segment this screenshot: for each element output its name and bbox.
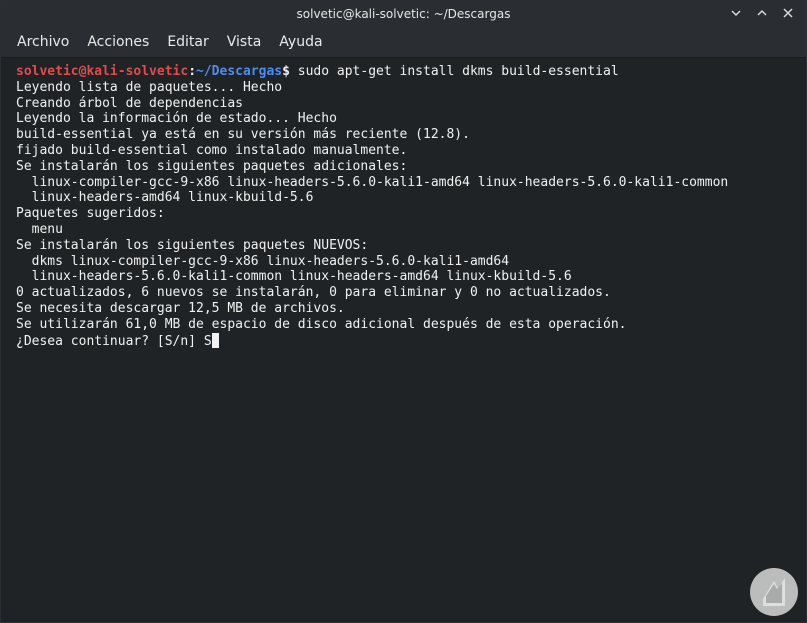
menu-ayuda[interactable]: Ayuda xyxy=(270,28,331,57)
output-line: menu xyxy=(16,221,63,237)
maximize-icon[interactable] xyxy=(754,5,770,21)
window-controls xyxy=(728,5,796,21)
prompt-symbol: $ xyxy=(282,64,290,79)
output-line: Leyendo la información de estado... Hech… xyxy=(16,111,337,127)
menu-editar[interactable]: Editar xyxy=(158,28,217,57)
menu-archivo[interactable]: Archivo xyxy=(1,28,78,57)
output-line: dkms linux-compiler-gcc-9-x86 linux-head… xyxy=(16,253,510,269)
output-line: fijado build-essential como instalado ma… xyxy=(16,142,408,158)
window-title: solvetic@kali-solvetic: ~/Descargas xyxy=(296,7,511,21)
output-line: Se necesita descargar 12,5 MB de archivo… xyxy=(16,300,345,316)
title-bar[interactable]: solvetic@kali-solvetic: ~/Descargas xyxy=(1,1,806,28)
minimize-icon[interactable] xyxy=(728,5,744,21)
menu-bar: Archivo Acciones Editar Vista Ayuda xyxy=(1,28,806,58)
output-line: linux-headers-amd64 linux-kbuild-5.6 xyxy=(16,190,314,206)
output-line: linux-compiler-gcc-9-x86 linux-headers-5… xyxy=(16,174,729,190)
output-line: build-essential ya está en su versión má… xyxy=(16,127,470,143)
input-line[interactable]: ¿Desea continuar? [S/n] S xyxy=(16,332,806,350)
prompt-colon: : xyxy=(188,64,197,79)
command-line: solvetic@kali-solvetic:~/Descargas$ sudo… xyxy=(16,64,806,80)
command-text: sudo apt-get install dkms build-essentia… xyxy=(289,64,619,79)
output-line: Se instalarán los siguientes paquetes NU… xyxy=(16,237,369,253)
prompt-user-host: solvetic@kali-solvetic xyxy=(16,64,189,79)
text-cursor xyxy=(211,332,219,348)
logo-icon xyxy=(748,566,800,618)
output-line: Leyendo lista de paquetes... Hecho xyxy=(16,79,283,95)
typed-input: S xyxy=(203,333,212,349)
output-line: 0 actualizados, 6 nuevos se instalarán, … xyxy=(16,285,611,301)
output-line: Se utilizarán 61,0 MB de espacio de disc… xyxy=(16,316,627,332)
terminal-area[interactable]: solvetic@kali-solvetic:~/Descargas$ sudo… xyxy=(1,58,806,622)
output-line: Se instalarán los siguientes paquetes ad… xyxy=(16,158,408,174)
output-line: Creando árbol de dependencias xyxy=(16,95,243,111)
menu-vista[interactable]: Vista xyxy=(218,28,271,57)
prompt-path: ~/Descargas xyxy=(196,64,283,79)
terminal-window: solvetic@kali-solvetic: ~/Descargas Arch… xyxy=(0,0,807,623)
menu-acciones[interactable]: Acciones xyxy=(78,28,158,57)
output-line: linux-headers-5.6.0-kali1-common linux-h… xyxy=(16,269,572,285)
output-line: Paquetes sugeridos: xyxy=(16,206,165,222)
continue-question: ¿Desea continuar? [S/n] xyxy=(16,333,204,349)
close-icon[interactable] xyxy=(780,5,796,21)
